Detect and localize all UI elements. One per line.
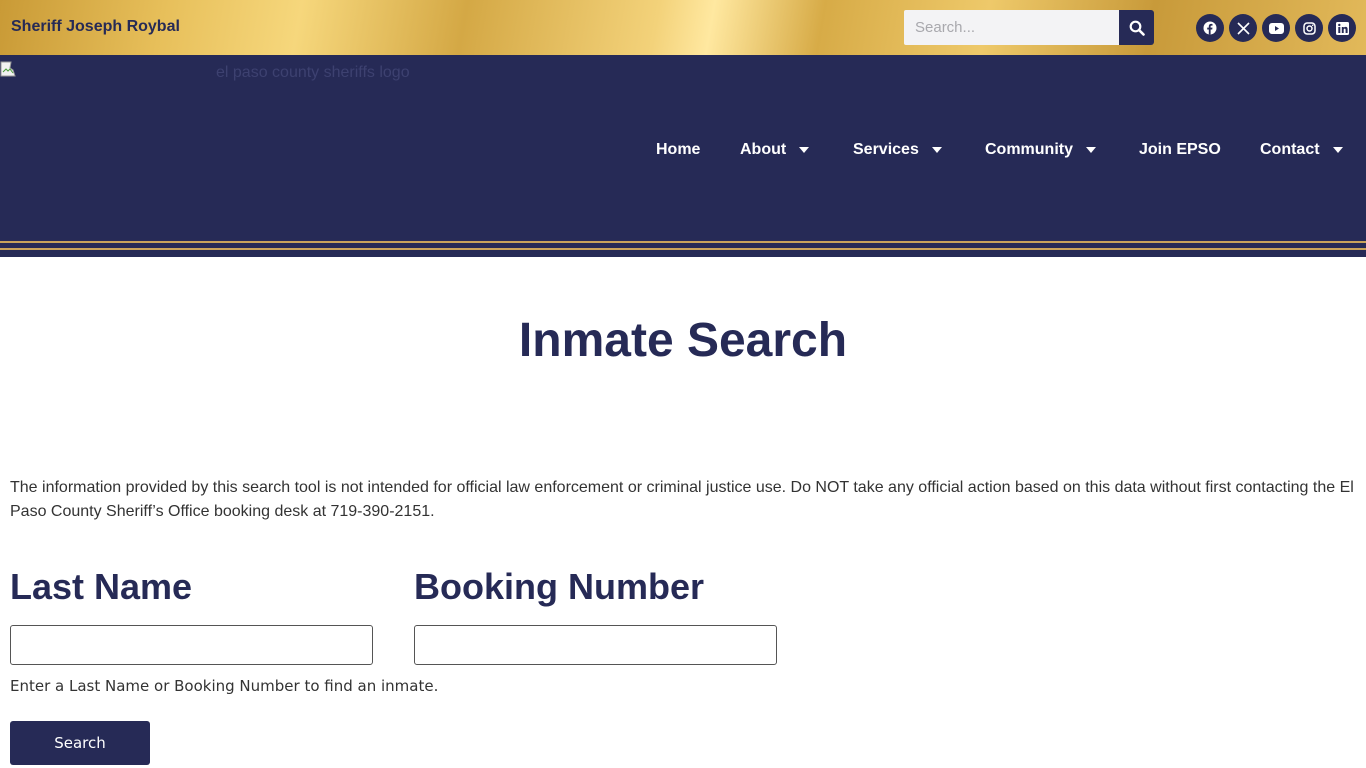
linkedin-link[interactable] (1328, 14, 1356, 42)
search-hint: Enter a Last Name or Booking Number to f… (10, 677, 439, 695)
nav-home-label: Home (656, 141, 701, 158)
nav-about[interactable]: About (740, 139, 810, 161)
caret-down-icon (1332, 147, 1343, 153)
header-trim (0, 234, 1366, 257)
instagram-icon (1302, 21, 1316, 35)
booking-number-label: Booking Number (414, 566, 705, 607)
nav-contact-label: Contact (1260, 141, 1320, 158)
disclaimer-text: The information provided by this search … (10, 479, 1354, 520)
linkedin-icon (1335, 21, 1349, 35)
nav-home[interactable]: Home (656, 139, 700, 161)
nav-join-epso[interactable]: Join EPSO (1139, 139, 1221, 161)
x-twitter-icon (1236, 21, 1250, 35)
youtube-icon (1268, 22, 1284, 34)
caret-down-icon (1086, 147, 1096, 153)
youtube-link[interactable] (1262, 14, 1290, 42)
nav-community-label: Community (985, 141, 1073, 158)
site-logo[interactable]: el paso county sheriffs logo (0, 60, 420, 84)
page-title: Inmate Search (518, 314, 848, 367)
nav-services-label: Services (853, 141, 919, 158)
nav-community[interactable]: Community (985, 139, 1096, 161)
last-name-label: Last Name (10, 566, 193, 607)
nav-about-label: About (740, 141, 787, 158)
logo-alt-text: el paso county sheriffs logo (216, 64, 410, 81)
caret-down-icon (799, 147, 810, 153)
top-bar: Sheriff Joseph Roybal (0, 0, 1366, 55)
site-search-input[interactable] (904, 10, 1119, 45)
nav-contact[interactable]: Contact (1260, 139, 1343, 161)
last-name-input[interactable] (10, 625, 373, 665)
nav-services[interactable]: Services (853, 139, 942, 161)
booking-number-input[interactable] (414, 625, 777, 665)
gold-divider-top (0, 241, 1366, 243)
facebook-link[interactable] (1196, 14, 1224, 42)
gold-divider-bottom (0, 248, 1366, 250)
nav-join-epso-label: Join EPSO (1139, 141, 1221, 158)
instagram-link[interactable] (1295, 14, 1323, 42)
site-search-button[interactable] (1119, 10, 1154, 45)
broken-image-icon (0, 61, 16, 77)
sheriff-name: Sheriff Joseph Roybal (11, 18, 180, 35)
caret-down-icon (931, 147, 942, 153)
search-icon (1129, 20, 1145, 36)
facebook-icon (1203, 21, 1217, 35)
search-button[interactable]: Search (10, 721, 150, 765)
x-twitter-link[interactable] (1229, 14, 1257, 42)
